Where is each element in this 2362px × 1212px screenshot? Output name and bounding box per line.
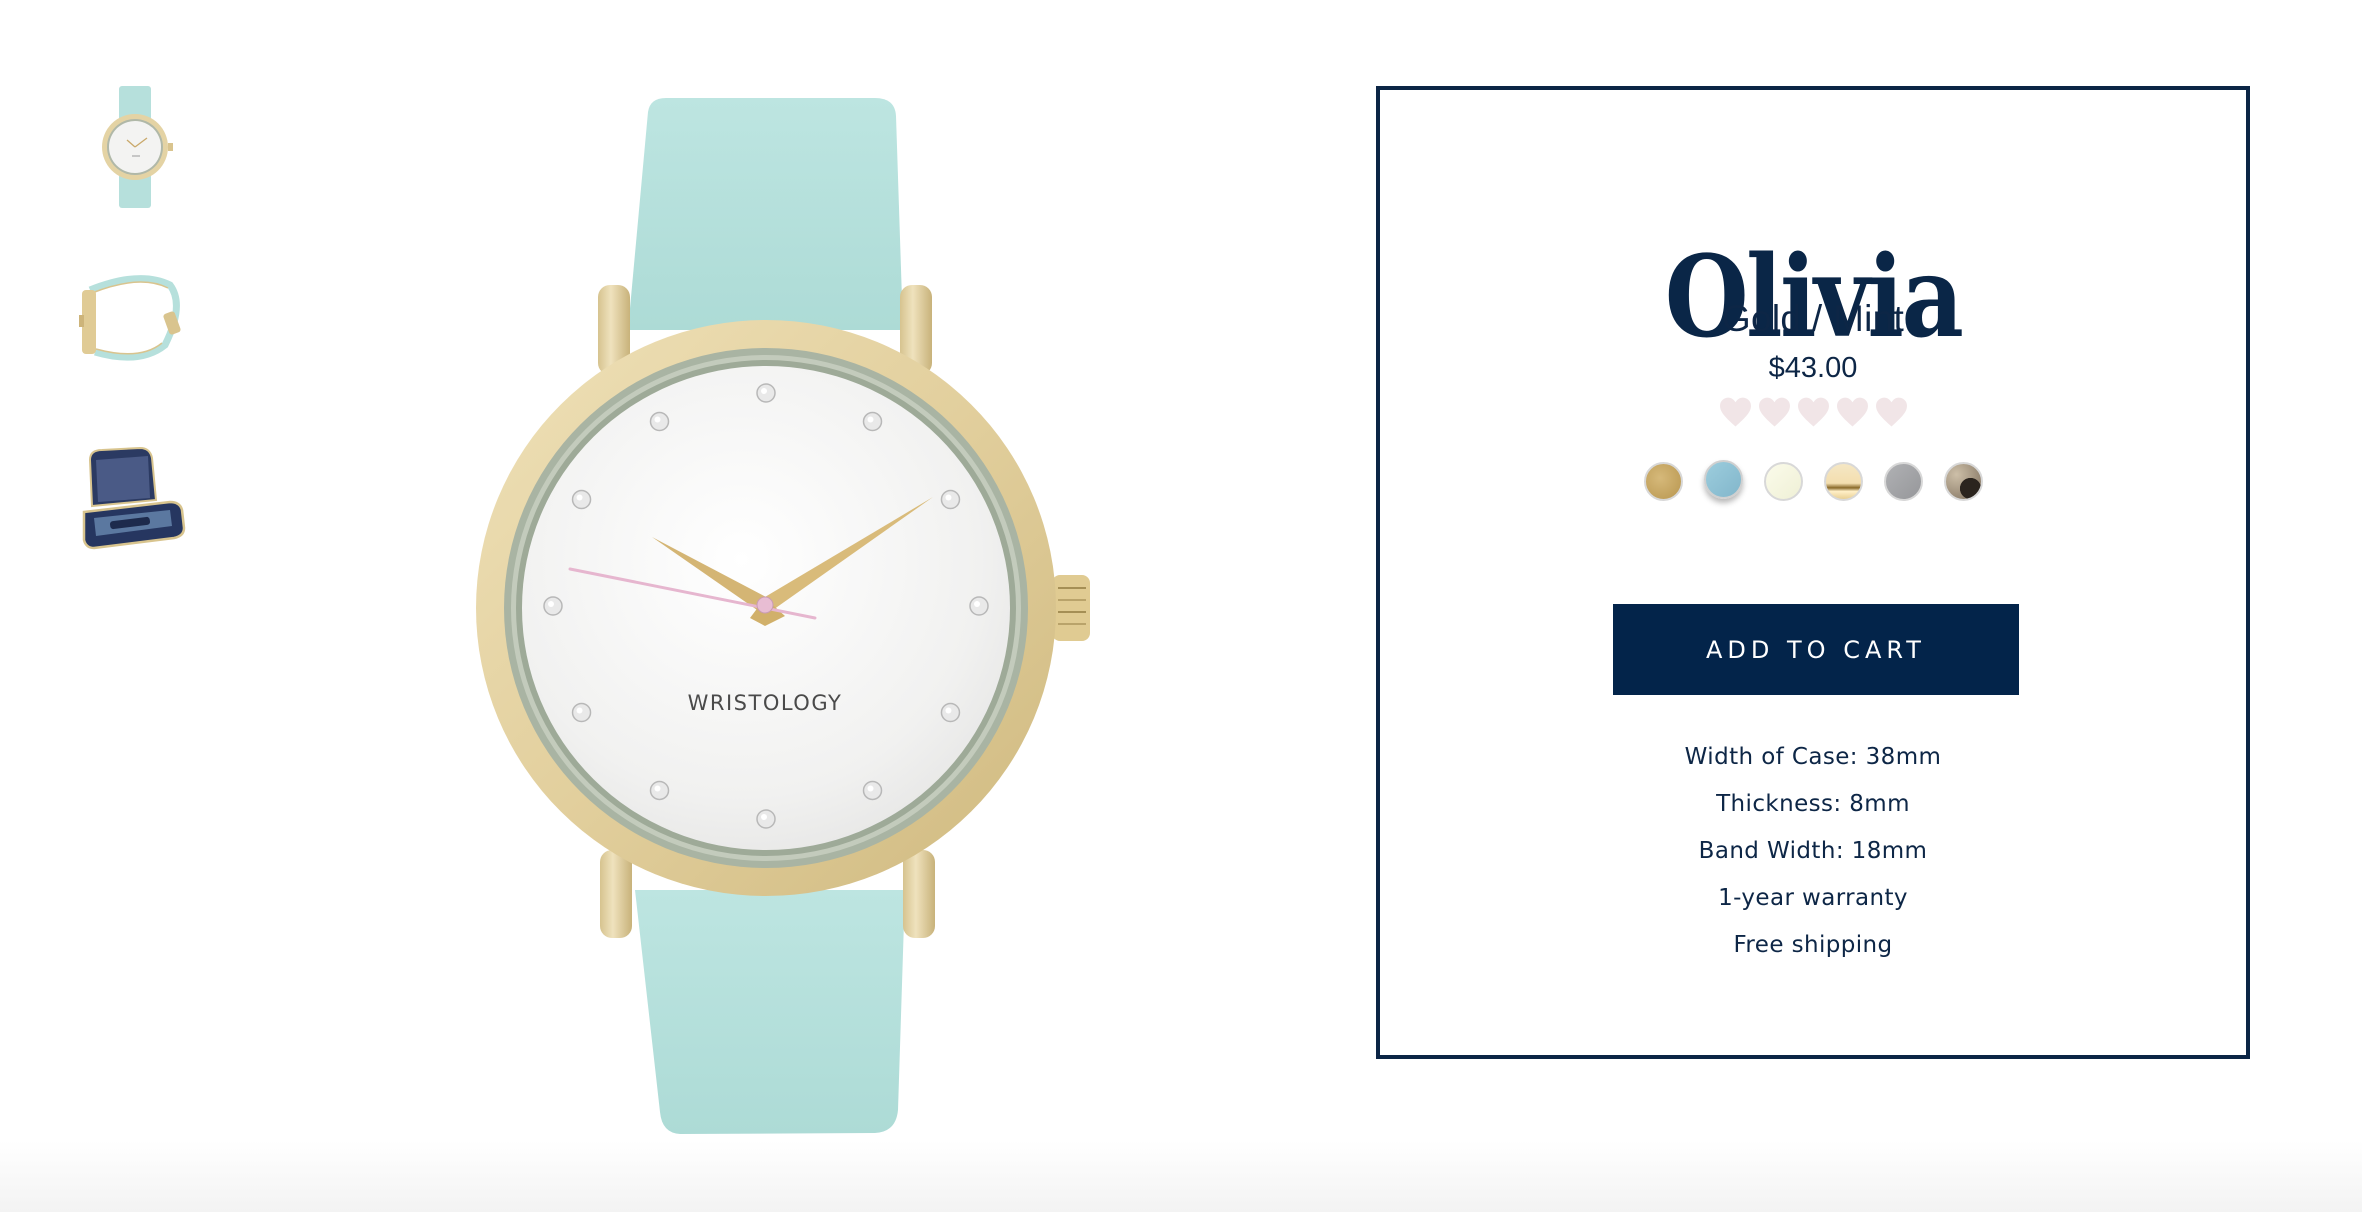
color-swatch-polished-gold[interactable]	[1823, 462, 1863, 501]
rating-hearts[interactable]	[1380, 396, 2246, 432]
watch-strap-top	[628, 98, 903, 330]
center-pivot	[756, 596, 774, 614]
crystal-sparkle	[654, 785, 661, 792]
crystal-sparkle	[867, 785, 874, 792]
spec-item: Width of Case: 38mm	[1684, 744, 1942, 770]
watch-lug	[600, 850, 632, 938]
color-swatch-mint[interactable]	[1703, 460, 1743, 499]
crystal-sparkle	[654, 416, 661, 423]
watch-strap-bottom	[635, 890, 905, 1134]
travel-case-thumbnail-image	[82, 446, 186, 550]
watch-crown	[1052, 575, 1090, 641]
watch-lug	[903, 850, 935, 938]
product-info-panel: Olivia Gold / Mint $43.00 ADD TO CART Wi…	[1376, 86, 2250, 1059]
product-price: $43.00	[1768, 352, 1858, 384]
color-swatch-tortoise[interactable]	[1943, 462, 1983, 501]
product-variant: Gold / Mint	[1721, 298, 1905, 339]
thumbnail-travel-case[interactable]	[70, 440, 200, 560]
watch-side-thumbnail-image	[79, 275, 181, 361]
watch-image: WRISTOLOGY	[476, 98, 1090, 1134]
thumbnail-side-view[interactable]	[70, 260, 200, 380]
thumbnail-front-view[interactable]	[70, 80, 200, 210]
watch-front-thumbnail-image	[102, 86, 173, 208]
spec-item: Thickness: 8mm	[1716, 791, 1910, 817]
heart-icon[interactable]	[1719, 396, 1752, 432]
heart-icon[interactable]	[1875, 396, 1908, 432]
dial-brand-logo: WRISTOLOGY	[688, 691, 843, 715]
spec-item: Band Width: 18mm	[1698, 838, 1928, 864]
color-swatch-gray[interactable]	[1883, 462, 1923, 501]
color-swatches	[1380, 458, 2246, 508]
main-product-image: WRISTOLOGY	[440, 80, 1120, 1160]
crystal-sparkle	[761, 388, 767, 394]
add-to-cart-button[interactable]: ADD TO CART	[1613, 604, 2019, 695]
heart-icon[interactable]	[1797, 396, 1830, 432]
crystal-sparkle	[945, 494, 952, 501]
crystal-sparkle	[576, 707, 583, 714]
crystal-sparkle	[867, 416, 874, 423]
color-swatch-cream[interactable]	[1763, 462, 1803, 501]
color-swatch-gold[interactable]	[1643, 462, 1683, 501]
crystal-sparkle	[548, 601, 554, 607]
crystal-sparkle	[761, 814, 767, 820]
spec-item: Free shipping	[1733, 932, 1893, 958]
crystal-sparkle	[576, 494, 583, 501]
crystal-sparkle	[945, 707, 952, 714]
spec-item: 1-year warranty	[1718, 885, 1908, 911]
heart-icon[interactable]	[1836, 396, 1869, 432]
crystal-sparkle	[974, 601, 980, 607]
heart-icon[interactable]	[1758, 396, 1791, 432]
product-specs: Width of Case: 38mm Thickness: 8mm Band Wi…	[1380, 734, 2246, 969]
